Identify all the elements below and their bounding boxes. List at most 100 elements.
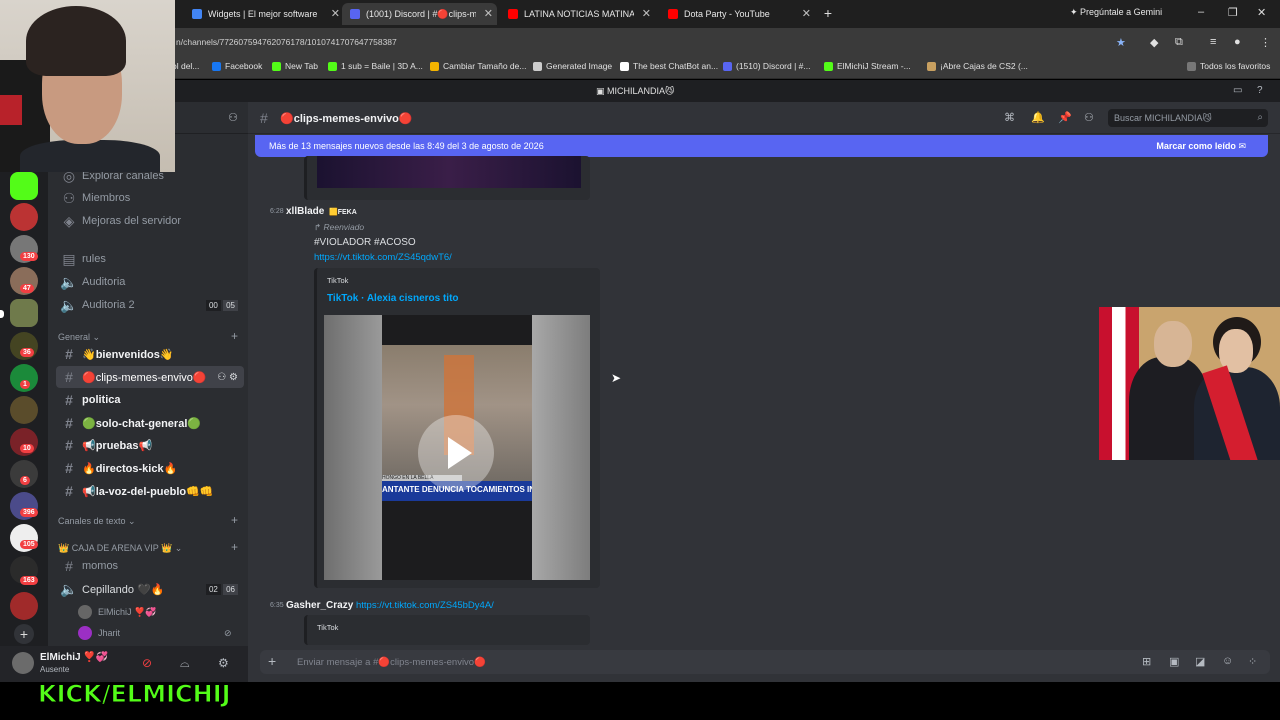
voice-user-count: 00 05 (205, 299, 238, 311)
server-kick-icon[interactable] (10, 172, 38, 200)
channel-settings-icon[interactable]: ⚇ ⚙ (217, 372, 238, 383)
message-link[interactable]: https://vt.tiktok.com/ZS45qdwT6/ (314, 252, 452, 263)
pin-icon[interactable]: 📌 (1058, 111, 1072, 124)
voice-user[interactable]: ElMichiJ ❣️💞 (78, 605, 156, 619)
kick-icon (272, 61, 281, 71)
close-window-icon[interactable]: ✕ (1257, 6, 1266, 19)
unread-badge: 163 (20, 576, 38, 585)
voice-channel-auditoria-2[interactable]: 🔈 Auditoria 2 00 05 (56, 294, 244, 316)
search-input[interactable]: Buscar MICHILANDIA😼 ⌕ (1108, 109, 1268, 127)
member-list-icon[interactable]: ⚇ (1084, 111, 1094, 124)
selected-pill (0, 310, 4, 318)
puzzle-icon[interactable]: ⧉ (1175, 36, 1183, 49)
bookmark-item[interactable]: ol del... (172, 61, 199, 71)
channel-politica[interactable]: # politica (56, 389, 244, 411)
message-author[interactable]: Gasher_Crazy (286, 600, 353, 611)
bookmark-item[interactable]: Cambiar Tamaño de... (430, 61, 526, 71)
mark-as-read-button[interactable]: Marcar como leído ✉ (1156, 141, 1246, 152)
notification-bell-icon[interactable]: 🔔 (1031, 111, 1045, 124)
members-item[interactable]: ⚇ Miembros (56, 187, 244, 209)
browser-tab-dota[interactable]: Dota Party - YouTube ✕ (660, 3, 815, 25)
extension-icon[interactable]: ◆ (1150, 36, 1158, 49)
voice-user[interactable]: Jharit ⊘ (78, 626, 232, 640)
sticker-icon[interactable]: ◪ (1195, 655, 1205, 668)
microphone-muted-icon[interactable]: ⊘ (142, 656, 152, 670)
voice-channel-cepillando[interactable]: 🔈 Cepillando 🖤🔥 02 06 (56, 578, 244, 600)
create-channel-icon[interactable]: + (231, 513, 238, 527)
gift-icon[interactable]: ⊞ (1142, 655, 1151, 668)
bookmark-item[interactable]: Generated Image (533, 61, 612, 71)
close-tab-icon[interactable]: ✕ (331, 7, 340, 20)
menu-icon[interactable]: ⋮ (1260, 36, 1271, 49)
bookmark-star-icon[interactable]: ★ (1116, 36, 1126, 49)
channel-pruebas[interactable]: # 📢pruebas📢 (56, 434, 244, 456)
browser-tab-widgets[interactable]: Widgets | El mejor software par ✕ (184, 3, 344, 25)
bookmark-item[interactable]: The best ChatBot an... (620, 61, 718, 71)
close-tab-icon[interactable]: ✕ (802, 7, 811, 20)
maximize-icon[interactable]: ❐ (1228, 6, 1238, 19)
channel-clips-memes-envivo[interactable]: # 🔴clips-memes-envivo🔴 ⚇ ⚙ (56, 366, 244, 388)
channel-sidebar: ⚇ ◎ Explorar canales ⚇ Miembros ◈ Mejoras d… (48, 102, 248, 646)
message-composer[interactable]: + Enviar mensaje a #🔴clips-memes-envivo🔴… (260, 650, 1270, 674)
server-icon[interactable] (10, 203, 38, 231)
browser-tab-discord[interactable]: (1001) Discord | #🔴clips-mem ✕ (342, 3, 497, 25)
attach-plus-icon[interactable]: + (268, 653, 276, 669)
add-server-icon[interactable]: + (14, 624, 34, 644)
voice-channel-auditoria[interactable]: 🔈 Auditoria (56, 271, 244, 293)
message-link[interactable]: https://vt.tiktok.com/ZS45bDy4A/ (356, 600, 494, 611)
embed-video-thumbnail[interactable] (317, 156, 581, 188)
channel-rules[interactable]: ▤ rules (56, 248, 244, 270)
browser-tab-latina[interactable]: LATINA NOTICIAS MATINAL - ... ✕ (500, 3, 655, 25)
close-tab-icon[interactable]: ✕ (484, 7, 493, 20)
server-icon[interactable] (10, 396, 38, 424)
profile-icon[interactable]: ● (1234, 36, 1241, 48)
user-avatar[interactable] (12, 652, 34, 674)
server-icon[interactable] (10, 592, 38, 620)
inbox-icon[interactable]: ▭ (1233, 85, 1242, 96)
invite-icon[interactable]: ⚇ (228, 111, 238, 124)
minimize-icon[interactable]: – (1198, 6, 1204, 18)
play-button[interactable] (418, 415, 494, 491)
gemini-button[interactable]: ✦ Pregúntale a Gemini (1070, 7, 1162, 18)
channel-solo-chat-general[interactable]: # 🟢solo-chat-general🟢 (56, 412, 244, 434)
new-tab-button[interactable]: + (820, 5, 836, 21)
url-field[interactable]: n/channels/772607594762076178/1010741707… (176, 37, 397, 47)
avatar (78, 605, 92, 619)
hash-icon: # (65, 460, 73, 476)
bookmark-item[interactable]: ElMichiJ Stream -... (824, 61, 911, 71)
help-icon[interactable]: ? (1257, 85, 1263, 96)
embed-provider: TikTok (327, 276, 349, 285)
channel-directos-kick[interactable]: # 🔥directos-kick🔥 (56, 457, 244, 479)
bookmark-newtab[interactable]: New Tab (272, 61, 318, 71)
close-tab-icon[interactable]: ✕ (642, 7, 651, 20)
bookmark-item[interactable]: (1510) Discord | #... (723, 61, 811, 71)
server-boosts-item[interactable]: ◈ Mejoras del servidor (56, 210, 244, 232)
bookmark-facebook[interactable]: Facebook (212, 61, 262, 71)
headphones-icon[interactable]: ⌓ (180, 656, 190, 671)
channel-la-voz-del-pueblo[interactable]: # 📢la-voz-del-pueblo👊👊 (56, 480, 244, 502)
category-vip[interactable]: 👑 CAJA DE ARENA VIP 👑 ⌄ (58, 543, 182, 554)
threads-icon[interactable]: ⌘ (1004, 111, 1015, 124)
server-rail: 130 47 36 1 10 6 396 105 163 + (0, 102, 48, 646)
embed-video[interactable]: HONGO EN LA BELLA ANTANTE DENUNCIA TOCAM… (324, 315, 590, 580)
voice-user-count: 02 06 (205, 583, 238, 595)
new-messages-bar[interactable]: Más de 13 mensajes nuevos desde las 8:49… (255, 135, 1268, 157)
bookmark-item[interactable]: 1 sub = Baile | 3D A... (328, 61, 423, 71)
embed-title[interactable]: TikTok · Alexia cisneros tito (327, 293, 459, 304)
bookmark-item[interactable]: ¡Abre Cajas de CS2 (... (927, 61, 1028, 71)
category-general[interactable]: General ⌄ (58, 332, 100, 343)
category-text-channels[interactable]: Canales de texto ⌄ (58, 516, 136, 527)
server-michilandia-icon[interactable] (10, 299, 38, 327)
emoji-icon[interactable]: ☺ (1222, 655, 1233, 667)
address-bar: n/channels/772607594762076178/1010741707… (0, 28, 1280, 55)
all-bookmarks[interactable]: Todos los favoritos (1187, 61, 1270, 71)
channel-momos[interactable]: # momos (56, 555, 244, 577)
create-channel-icon[interactable]: + (231, 540, 238, 554)
settings-gear-icon[interactable]: ⚙ (218, 656, 229, 670)
gif-icon[interactable]: ▣ (1169, 655, 1179, 668)
apps-icon[interactable]: ⁘ (1248, 655, 1257, 668)
media-icon[interactable]: ≡ (1210, 36, 1216, 48)
channel-bienvenidos[interactable]: # 👋bienvenidos👋 (56, 343, 244, 365)
create-channel-icon[interactable]: + (231, 329, 238, 343)
message-author[interactable]: xllBlade (286, 206, 324, 217)
